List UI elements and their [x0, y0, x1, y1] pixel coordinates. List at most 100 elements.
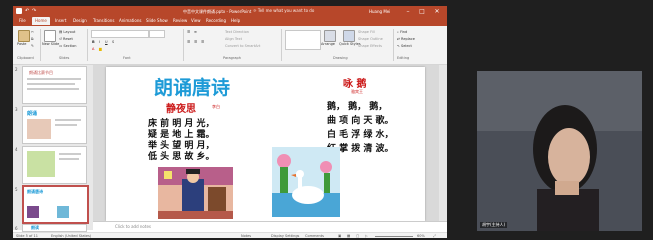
thumbnail-number: 3: [15, 107, 18, 112]
new-slide-icon[interactable]: [44, 30, 56, 42]
minimize-button[interactable]: –: [403, 7, 413, 16]
poem2-line: 鹅， 鹅， 鹅，: [327, 102, 388, 112]
tab-home[interactable]: Home: [32, 17, 50, 25]
shapes-gallery[interactable]: [285, 30, 321, 50]
font-name-box[interactable]: [91, 30, 149, 38]
thumbnail-title: 朗诵比赛节目: [29, 70, 53, 75]
separator: [281, 29, 282, 61]
new-slide-button[interactable]: New Slide: [42, 42, 59, 46]
poem1-author: 李白: [212, 104, 220, 109]
copy-icon[interactable]: ⧉: [31, 37, 34, 41]
tab-review[interactable]: Review: [173, 18, 187, 23]
underline-icon[interactable]: U: [105, 40, 108, 44]
tab-animations[interactable]: Animations: [119, 18, 141, 23]
text-direction-button[interactable]: Text Direction: [225, 30, 249, 34]
numbering-icon[interactable]: ≡: [194, 30, 197, 34]
align-right-icon[interactable]: ☰: [201, 40, 204, 44]
thumbnail-number: 4: [15, 147, 18, 152]
status-bar: Slide 5 of 11 English (United States) No…: [13, 232, 447, 238]
participant-video[interactable]: [477, 71, 642, 231]
save-icon[interactable]: [16, 8, 22, 14]
font-color-icon[interactable]: A: [92, 47, 94, 51]
format-painter-icon[interactable]: ✎: [31, 44, 34, 48]
slide-sorter-icon[interactable]: ▦: [347, 234, 350, 238]
poem1-title: 静夜思: [166, 104, 196, 115]
italic-icon[interactable]: I: [99, 40, 100, 44]
thumbnail-slide-5-selected[interactable]: 朗诵唐诗: [22, 185, 89, 224]
display-settings-button[interactable]: Display Settings: [271, 234, 299, 238]
bold-icon[interactable]: B: [92, 40, 95, 44]
fit-slide-icon[interactable]: ⤢: [433, 234, 436, 238]
tab-design[interactable]: Design: [73, 18, 87, 23]
tell-me-search[interactable]: ☼ Tell me what you want to do: [253, 8, 314, 13]
section-button[interactable]: ▭ Section: [59, 44, 76, 48]
thumbnail-title: 朗读: [31, 225, 39, 230]
participant-video-image: [477, 71, 642, 231]
align-left-icon[interactable]: ☰: [187, 40, 190, 44]
thumbnail-number: 2: [15, 67, 18, 72]
convert-smartart-button[interactable]: Convert to SmartArt: [225, 44, 260, 48]
reading-view-icon[interactable]: ▢: [356, 234, 359, 238]
tab-transitions[interactable]: Transitions: [93, 18, 114, 23]
notes-pane[interactable]: Click to add notes: [93, 221, 447, 232]
thumbnail-slide-6[interactable]: 朗读: [22, 224, 87, 232]
thumbnail-text-line: [59, 158, 79, 160]
shape-outline-button[interactable]: Shape Outline: [358, 37, 383, 41]
zoom-level[interactable]: 60%: [417, 234, 425, 238]
tab-insert[interactable]: Insert: [55, 18, 66, 23]
shape-effects-button[interactable]: Shape Effects: [358, 44, 382, 48]
align-center-icon[interactable]: ☰: [194, 40, 197, 44]
strikethrough-icon[interactable]: S: [112, 40, 114, 44]
bullets-icon[interactable]: ☰: [187, 30, 190, 34]
thumbnail-text-line: [27, 88, 79, 90]
vertical-scrollbar[interactable]: [439, 65, 447, 221]
tab-file[interactable]: File: [19, 18, 26, 23]
normal-view-icon[interactable]: ▣: [338, 234, 341, 238]
arrange-button[interactable]: Arrange: [321, 42, 335, 46]
shape-fill-button[interactable]: Shape Fill: [358, 30, 375, 34]
paste-icon[interactable]: [18, 30, 30, 42]
close-button[interactable]: ✕: [432, 7, 442, 16]
select-button[interactable]: ↖ Select: [397, 44, 412, 48]
undo-icon[interactable]: ↶: [25, 8, 29, 14]
tab-view[interactable]: View: [191, 18, 201, 23]
highlight-icon[interactable]: ▆: [99, 47, 102, 51]
language-status[interactable]: English (United States): [51, 234, 91, 238]
reset-button[interactable]: ↺ Reset: [59, 37, 73, 41]
find-button[interactable]: ⌕ Find: [397, 30, 407, 34]
replace-button[interactable]: ⇄ Replace: [397, 37, 415, 41]
ribbon-tabs: File Home Insert Design Transitions Anim…: [13, 17, 447, 26]
thumbnail-slide-3[interactable]: 朗诵: [22, 106, 87, 144]
user-name[interactable]: Huang Mei: [369, 9, 390, 14]
thumbnail-title: 朗诵: [27, 111, 38, 117]
separator: [40, 29, 41, 61]
tab-recording[interactable]: Recording: [206, 18, 226, 23]
group-slides-label: Slides: [59, 56, 70, 60]
thumbnail-slide-2[interactable]: 朗诵比赛节目: [22, 66, 87, 104]
font-size-box[interactable]: [149, 30, 165, 38]
quick-styles-icon[interactable]: [343, 30, 355, 42]
window-title: 中音中文课件朗诵.pptx - PowerPoint: [183, 9, 252, 14]
group-paragraph-label: Paragraph: [223, 56, 241, 60]
current-slide[interactable]: 朗诵唐诗 静夜思 李白 床 前 明 月 光， 疑 是 地 上 霜。 举 头 望 …: [106, 67, 425, 221]
tab-help[interactable]: Help: [231, 18, 240, 23]
zoom-slider[interactable]: [375, 236, 413, 237]
redo-icon[interactable]: ↷: [32, 8, 36, 14]
tab-slide-show[interactable]: Slide Show: [146, 18, 168, 23]
slide-thumbnails-pane: 2 朗诵比赛节目 3 朗诵 4 5 朗诵唐诗 6 朗读: [13, 65, 93, 232]
thumbnail-image: [27, 206, 39, 218]
comments-button[interactable]: Comments: [305, 234, 324, 238]
thumbnail-text-line: [27, 83, 75, 85]
slideshow-icon[interactable]: ▷: [365, 234, 368, 238]
paste-button[interactable]: Paste: [17, 42, 26, 46]
align-text-button[interactable]: Align Text: [225, 37, 242, 41]
layout-button[interactable]: ▤ Layout: [59, 30, 75, 34]
poem2-title: 咏 鹅: [343, 79, 367, 90]
thumbnail-slide-4[interactable]: [22, 146, 87, 184]
maximize-button[interactable]: □: [417, 7, 427, 16]
notes-toggle[interactable]: Notes: [241, 234, 251, 238]
poem2-line: 曲 项 向 天 歌。: [327, 116, 394, 126]
group-editing-label: Editing: [397, 56, 410, 60]
cut-icon[interactable]: ✂: [31, 30, 34, 34]
arrange-icon[interactable]: [324, 30, 336, 42]
